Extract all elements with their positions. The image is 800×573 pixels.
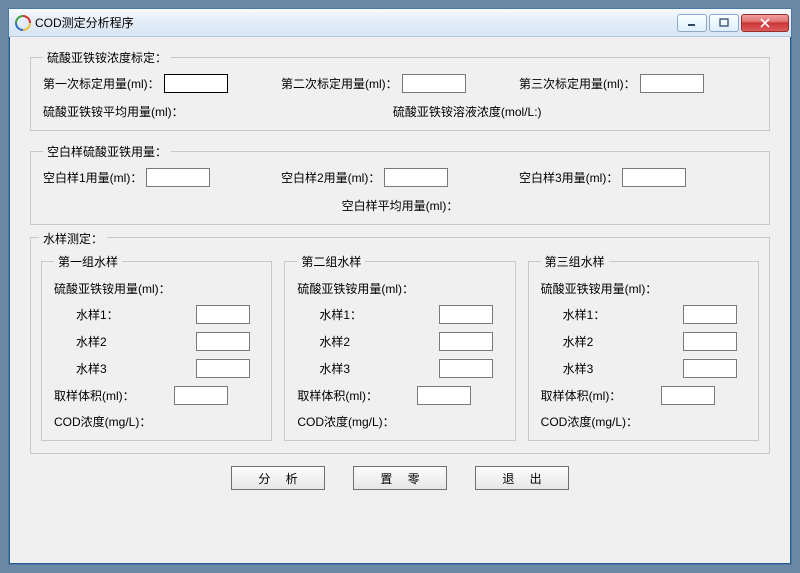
calibration-legend: 硫酸亚铁铵浓度标定：	[43, 49, 171, 66]
sample-group-1-legend: 第一组水样	[54, 253, 122, 270]
g2-usage-label: 硫酸亚铁铵用量(ml)：	[297, 280, 417, 297]
g1-s2-label: 水样2	[54, 333, 196, 350]
g3-s1-label: 水样1：	[541, 306, 683, 323]
g1-s3-label: 水样3	[54, 360, 196, 377]
cal1-input[interactable]	[164, 74, 228, 93]
g2-s1-label: 水样1：	[297, 306, 439, 323]
blank2-label: 空白样2用量(ml)：	[281, 169, 380, 186]
g2-s2-label: 水样2	[297, 333, 439, 350]
maximize-button[interactable]	[709, 14, 739, 32]
blank1-input[interactable]	[146, 168, 210, 187]
g3-s3-label: 水样3	[541, 360, 683, 377]
button-row: 分 析 置 零 退 出	[30, 466, 770, 490]
window-title: COD测定分析程序	[35, 14, 134, 31]
g3-s1-input[interactable]	[683, 305, 737, 324]
reset-button[interactable]: 置 零	[353, 466, 447, 490]
g1-s2-input[interactable]	[196, 332, 250, 351]
cal2-input[interactable]	[402, 74, 466, 93]
sample-group-1: 第一组水样 硫酸亚铁铵用量(ml)： 水样1： 水样2 水样3 取样体积(ml)…	[41, 253, 272, 441]
window-controls	[677, 14, 789, 32]
minimize-button[interactable]	[677, 14, 707, 32]
blank-avg-label: 空白样平均用量(ml)：	[342, 197, 459, 214]
g3-vol-input[interactable]	[661, 386, 715, 405]
g1-s1-label: 水样1：	[54, 306, 196, 323]
g1-usage-label: 硫酸亚铁铵用量(ml)：	[54, 280, 174, 297]
analyze-button[interactable]: 分 析	[231, 466, 325, 490]
g3-cod-label: COD浓度(mg/L)：	[541, 413, 661, 430]
blank3-label: 空白样3用量(ml)：	[519, 169, 618, 186]
titlebar: COD测定分析程序	[9, 9, 791, 37]
g2-s2-input[interactable]	[439, 332, 493, 351]
samples-group: 水样测定： 第一组水样 硫酸亚铁铵用量(ml)： 水样1： 水样2 水样3 取样…	[30, 237, 770, 454]
g2-s1-input[interactable]	[439, 305, 493, 324]
sample-group-3-legend: 第三组水样	[541, 253, 609, 270]
g3-usage-label: 硫酸亚铁铵用量(ml)：	[541, 280, 661, 297]
g2-s3-label: 水样3	[297, 360, 439, 377]
g1-s1-input[interactable]	[196, 305, 250, 324]
sample-group-2-legend: 第二组水样	[297, 253, 365, 270]
exit-button[interactable]: 退 出	[475, 466, 569, 490]
g2-vol-input[interactable]	[417, 386, 471, 405]
g3-vol-label: 取样体积(ml)：	[541, 387, 661, 404]
g3-s2-input[interactable]	[683, 332, 737, 351]
g2-cod-label: COD浓度(mg/L)：	[297, 413, 417, 430]
g2-s3-input[interactable]	[439, 359, 493, 378]
samples-legend: 水样测定：	[39, 230, 107, 247]
cal-avg-label: 硫酸亚铁铵平均用量(ml)：	[43, 103, 184, 120]
close-button[interactable]	[741, 14, 789, 32]
sample-group-3: 第三组水样 硫酸亚铁铵用量(ml)： 水样1： 水样2 水样3 取样体积(ml)…	[528, 253, 759, 441]
g3-s3-input[interactable]	[683, 359, 737, 378]
cal2-label: 第二次标定用量(ml)：	[281, 75, 398, 92]
blank2-input[interactable]	[384, 168, 448, 187]
blank-legend: 空白样硫酸亚铁用量：	[43, 143, 171, 160]
g2-vol-label: 取样体积(ml)：	[297, 387, 417, 404]
sample-group-2: 第二组水样 硫酸亚铁铵用量(ml)： 水样1： 水样2 水样3 取样体积(ml)…	[284, 253, 515, 441]
blank1-label: 空白样1用量(ml)：	[43, 169, 142, 186]
g1-vol-input[interactable]	[174, 386, 228, 405]
cal3-label: 第三次标定用量(ml)：	[519, 75, 636, 92]
app-icon	[15, 15, 31, 31]
cal1-label: 第一次标定用量(ml)：	[43, 75, 160, 92]
blank-group: 空白样硫酸亚铁用量： 空白样1用量(ml)： 空白样2用量(ml)： 空白样3用…	[30, 143, 770, 225]
calibration-group: 硫酸亚铁铵浓度标定： 第一次标定用量(ml)： 第二次标定用量(ml)： 第三次…	[30, 49, 770, 131]
blank3-input[interactable]	[622, 168, 686, 187]
client-area: 硫酸亚铁铵浓度标定： 第一次标定用量(ml)： 第二次标定用量(ml)： 第三次…	[10, 37, 790, 563]
cal-conc-label: 硫酸亚铁铵溶液浓度(mol/L:)	[393, 103, 542, 120]
g1-s3-input[interactable]	[196, 359, 250, 378]
cal3-input[interactable]	[640, 74, 704, 93]
g1-vol-label: 取样体积(ml)：	[54, 387, 174, 404]
g1-cod-label: COD浓度(mg/L)：	[54, 413, 174, 430]
g3-s2-label: 水样2	[541, 333, 683, 350]
app-window: COD测定分析程序 硫酸亚铁铵浓度标定： 第一次标定用量(ml)：	[8, 8, 792, 565]
